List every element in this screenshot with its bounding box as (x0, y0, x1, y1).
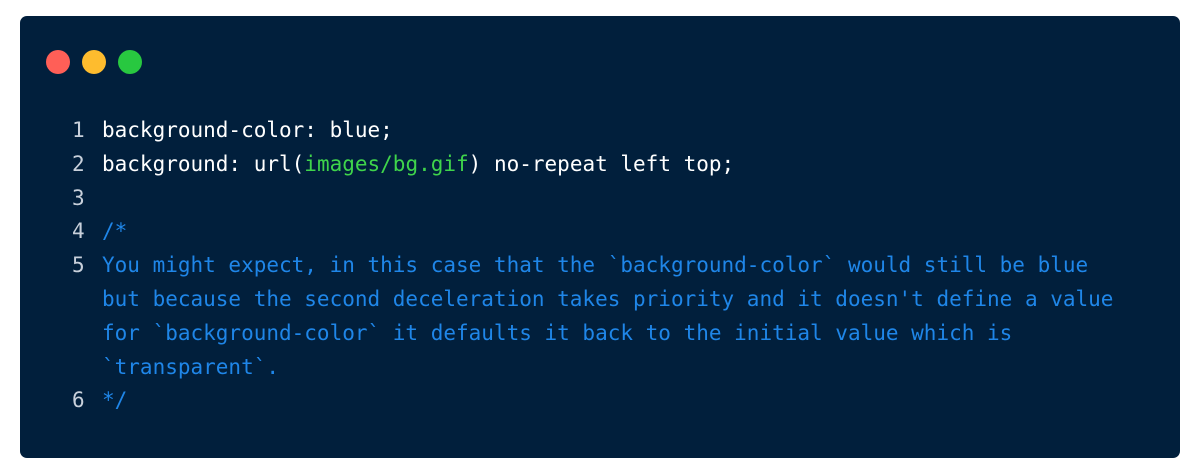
line-number: 4 (72, 219, 85, 244)
code-line: 1 background-color: blue; (72, 114, 1162, 148)
code-line: 4 /* (72, 215, 1162, 249)
code-line: 5 You might expect, in this case that the… (72, 249, 1162, 384)
line-content: background: url(images/bg.gif) no-repeat… (102, 148, 1162, 182)
minimize-window-button[interactable] (82, 50, 106, 74)
close-window-button[interactable] (46, 50, 70, 74)
line-content: You might expect, in this case that the … (102, 249, 1162, 384)
zoom-window-button[interactable] (118, 50, 142, 74)
comment-token: */ (102, 388, 128, 413)
code-token: background-color: blue; (102, 118, 393, 142)
code-token: background: url( (102, 151, 305, 176)
code-window: 1 background-color: blue; 2 background: url… (20, 16, 1180, 458)
code-line: 3 (72, 182, 1162, 216)
line-content: */ (102, 384, 1162, 418)
line-number: 3 (72, 185, 85, 210)
comment-token: /* (102, 219, 128, 244)
code-line: 2 background: url(images/bg.gif) no-repea… (72, 148, 1162, 182)
line-number: 1 (72, 118, 85, 142)
line-number: 5 (72, 253, 85, 278)
code-block: 1 background-color: blue; 2 background: url… (72, 114, 1162, 418)
comment-token: You might expect, in this case that the … (102, 253, 1114, 379)
line-content: background-color: blue; (102, 114, 1162, 148)
line-number: 2 (72, 151, 85, 176)
line-number: 6 (72, 388, 85, 413)
line-content: /* (102, 215, 1162, 249)
code-token: ) no-repeat left top; (468, 151, 735, 176)
url-path-token: images/bg.gif (304, 151, 469, 176)
code-line: 6 */ (72, 384, 1162, 418)
